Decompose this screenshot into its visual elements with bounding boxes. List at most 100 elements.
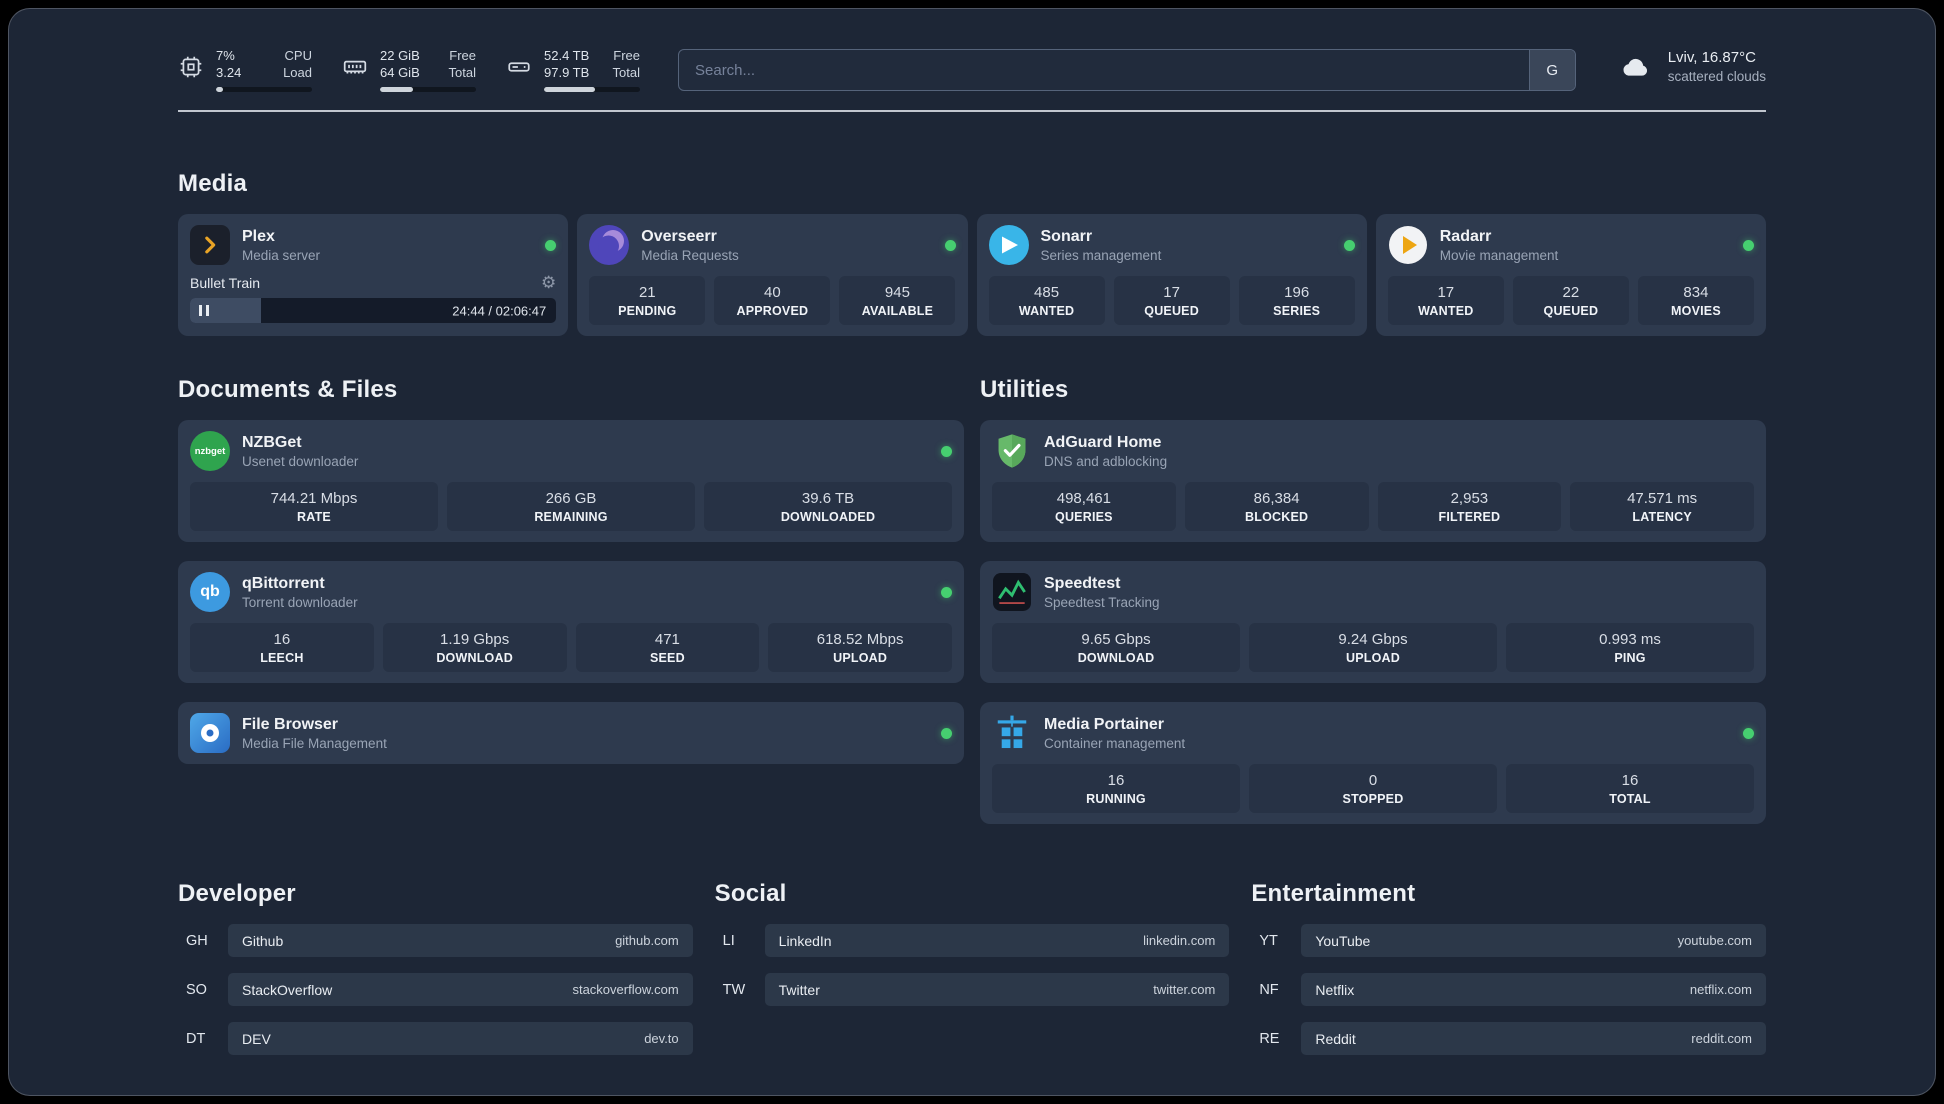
bookmark-link-youtube[interactable]: YouTube youtube.com: [1301, 924, 1766, 957]
bookmark-abbr: YT: [1259, 932, 1278, 949]
app-subtitle: Torrent downloader: [242, 595, 358, 610]
speedtest-card[interactable]: Speedtest Speedtest Tracking 9.65 Gbps DO…: [980, 561, 1766, 683]
app-name: Radarr: [1439, 228, 1492, 245]
app-subtitle: DNS and adblocking: [1044, 454, 1168, 469]
bookmark-link-stackoverflow[interactable]: StackOverflow stackoverflow.com: [228, 973, 693, 1006]
disk-widget: 52.4 TB Free 97.9 TB Total: [506, 47, 640, 92]
bookmark-item: NF Netflix netflix.com: [1251, 973, 1766, 1006]
ram-icon: [343, 60, 367, 74]
ram-progress-bar: [380, 87, 476, 92]
bookmark-name: Github: [242, 932, 284, 949]
stat-label: WANTED: [1018, 304, 1075, 318]
app-subtitle: Media server: [242, 248, 321, 263]
stat-value: 2,953: [1450, 490, 1489, 507]
stat-label: SERIES: [1273, 304, 1321, 318]
overseerr-icon: [589, 225, 630, 265]
app-subtitle: Series management: [1040, 248, 1162, 263]
ram-total-value: 64 GiB: [380, 65, 420, 80]
weather-widget[interactable]: Lviv, 16.87°C scattered clouds: [1614, 49, 1766, 84]
app-name: Media Portainer: [1044, 716, 1165, 733]
utilities-section-title: Utilities: [980, 376, 1069, 403]
app-name: Plex: [242, 228, 275, 245]
stat-tile: 498,461 QUERIES: [992, 482, 1176, 531]
stat-tile: 0 STOPPED: [1249, 764, 1497, 813]
stat-label: REMAINING: [534, 510, 608, 524]
bookmark-item: YT YouTube youtube.com: [1251, 924, 1766, 957]
stat-label: RUNNING: [1086, 792, 1146, 806]
player-time: 24:44 / 02:06:47: [452, 303, 547, 318]
bookmark-item: DT DEV dev.to: [178, 1022, 693, 1055]
portainer-icon: [992, 713, 1032, 753]
bookmark-item: TW Twitter twitter.com: [715, 973, 1230, 1006]
stat-tile: 834 MOVIES: [1637, 276, 1754, 325]
stat-label: WANTED: [1418, 304, 1474, 318]
entertainment-section-title: Entertainment: [1251, 880, 1416, 907]
status-dot: [1743, 727, 1754, 739]
bookmark-url: dev.to: [644, 1031, 679, 1046]
stat-tile: 471 SEED: [575, 623, 760, 672]
search-input[interactable]: [679, 50, 1529, 90]
stat-tile: 22 QUEUED: [1512, 276, 1629, 325]
stat-value: 39.6 TB: [801, 490, 855, 507]
stat-label: QUEUED: [1543, 304, 1599, 318]
cpu-icon: [180, 56, 202, 78]
disk-icon: [508, 62, 530, 72]
qbittorrent-card[interactable]: qb qBittorrent Torrent downloader 16 LEEC…: [178, 561, 964, 683]
ram-widget: 22 GiB Free 64 GiB Total: [342, 47, 476, 92]
stat-value: 40: [764, 284, 781, 301]
bookmark-link-netflix[interactable]: Netflix netflix.com: [1301, 973, 1766, 1006]
stat-tile: 40 APPROVED: [714, 276, 831, 325]
qbittorrent-icon: qb: [190, 572, 230, 612]
bookmark-link-reddit[interactable]: Reddit reddit.com: [1301, 1022, 1766, 1055]
bookmark-link-linkedin[interactable]: LinkedIn linkedin.com: [764, 924, 1230, 957]
gear-icon[interactable]: ⚙: [541, 274, 556, 291]
app-name: File Browser: [242, 716, 339, 733]
bookmark-item: SO StackOverflow stackoverflow.com: [178, 973, 693, 1006]
overseerr-card[interactable]: Overseerr Media Requests 21 PENDING 40 APP…: [577, 214, 968, 336]
radarr-card[interactable]: Radarr Movie management 17 WANTED 22 QUEUE…: [1375, 214, 1766, 336]
filebrowser-card[interactable]: File Browser Media File Management: [178, 702, 964, 764]
player-progress-bar[interactable]: 24:44 / 02:06:47: [190, 298, 557, 323]
stat-tile: 1.19 Gbps DOWNLOAD: [382, 623, 567, 672]
stat-label: PING: [1614, 651, 1646, 665]
search-engine-button[interactable]: G: [1528, 50, 1575, 90]
now-playing-title: Bullet Train: [190, 274, 261, 291]
plex-card[interactable]: Plex Media server Bullet Train ⚙ 24:44 /…: [178, 214, 569, 336]
app-name: NZBGet: [242, 434, 302, 451]
app-subtitle: Media Requests: [641, 248, 739, 263]
cpu-label: CPU: [284, 48, 312, 63]
nzbget-card[interactable]: nzbget NZBGet Usenet downloader 744.21 M…: [178, 420, 964, 542]
stat-value: 266 GB: [545, 490, 597, 507]
stat-tile: 47.571 ms LATENCY: [1570, 482, 1754, 531]
top-bar: 7% CPU 3.24 Load 22 GiB Free 64 GiB Total: [178, 9, 1766, 92]
stat-label: PENDING: [618, 304, 677, 318]
stat-tile: 21 PENDING: [589, 276, 706, 325]
app-name: Sonarr: [1040, 228, 1093, 245]
bookmark-link-twitter[interactable]: Twitter twitter.com: [764, 973, 1230, 1006]
stat-value: 17: [1163, 284, 1180, 301]
bookmark-abbr: GH: [186, 932, 208, 949]
disk-total-value: 97.9 TB: [544, 65, 590, 80]
stat-tile: 16 RUNNING: [992, 764, 1240, 813]
portainer-card[interactable]: Media Portainer Container management 16 R…: [980, 702, 1766, 824]
app-subtitle: Speedtest Tracking: [1044, 595, 1160, 610]
app-name: AdGuard Home: [1044, 434, 1162, 451]
cpu-load-value: 3.24: [216, 65, 242, 80]
cpu-value: 7%: [216, 48, 235, 63]
stat-label: FILTERED: [1438, 510, 1501, 524]
pause-icon[interactable]: [199, 305, 209, 316]
bookmark-name: Reddit: [1315, 1030, 1356, 1047]
topbar-divider: [178, 110, 1766, 112]
bookmark-link-dev[interactable]: DEV dev.to: [228, 1022, 693, 1055]
cpu-load-label: Load: [283, 65, 312, 80]
bookmark-link-github[interactable]: Github github.com: [228, 924, 693, 957]
nzbget-icon: nzbget: [190, 431, 230, 471]
stat-value: 22: [1562, 284, 1580, 301]
sonarr-card[interactable]: Sonarr Series management 485 WANTED 17 QUE…: [976, 214, 1367, 336]
bookmark-abbr: DT: [186, 1030, 206, 1047]
stat-value: 485: [1034, 284, 1060, 301]
cloud-icon: [1623, 58, 1647, 76]
status-dot: [1743, 239, 1754, 251]
stat-value: 0.993 ms: [1599, 631, 1661, 648]
adguard-card[interactable]: AdGuard Home DNS and adblocking 498,461 Q…: [980, 420, 1766, 542]
